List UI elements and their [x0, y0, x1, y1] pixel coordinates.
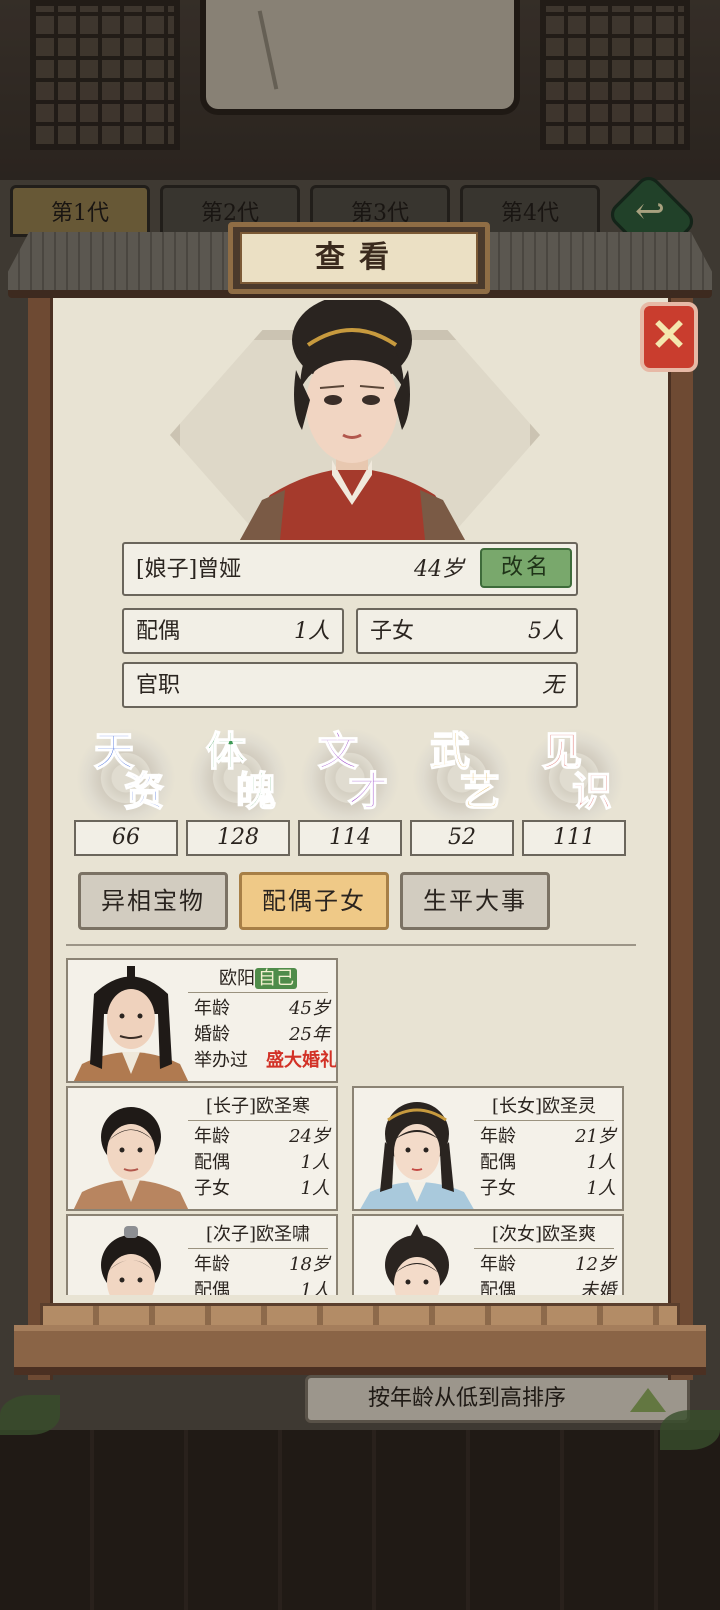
family-member-list[interactable]: 欧阳自己 年龄 45岁 婚龄 25年 举办过 盛大婚礼 [长子]欧圣寒 年龄: [60, 950, 660, 1295]
self-marriage-label: 婚龄: [194, 1024, 230, 1045]
self-tag-badge: 自己: [255, 968, 297, 989]
stat-physique-value: 128: [186, 820, 290, 856]
tab-spouse-children[interactable]: 配偶子女: [239, 872, 389, 930]
eldest-son-avatar: [73, 1107, 189, 1209]
self-marriage-row: 婚龄 25年: [190, 1022, 332, 1048]
character-age: 44岁: [414, 557, 464, 582]
row-label: 配偶: [194, 1152, 230, 1173]
eldest-daughter-name: [长女]欧圣灵: [474, 1094, 614, 1121]
stat-talent-value: 66: [74, 820, 178, 856]
self-age-row: 年龄 45岁: [190, 996, 332, 1022]
tab-treasures[interactable]: 异相宝物: [78, 872, 228, 930]
rename-button[interactable]: 改名: [480, 548, 572, 588]
self-age-value: 45岁: [289, 998, 330, 1019]
row-label: 子女: [480, 1178, 516, 1199]
character-name: [娘子]曾娅: [136, 557, 242, 582]
stat-talent-char2: 资: [123, 768, 165, 815]
self-avatar: [73, 966, 189, 1081]
row-value: 未婚: [580, 1280, 616, 1295]
frame-post-right: [668, 290, 693, 1380]
office-value: 无: [541, 673, 564, 698]
row-value: 1人: [586, 1178, 616, 1199]
character-portrait: [240, 300, 465, 540]
eldest-son-spouse-row: 配偶 1人: [190, 1150, 332, 1176]
row-value: 1人: [586, 1152, 616, 1173]
second-son-name: [次子]欧圣啸: [188, 1222, 328, 1249]
second-son-avatar: [101, 1226, 161, 1295]
dialog-title: 查看: [315, 240, 403, 275]
stat-physique-char2: 魄: [235, 768, 277, 815]
eldest-son-age-row: 年龄 24岁: [190, 1124, 332, 1150]
row-label: 年龄: [194, 1126, 230, 1147]
stat-martial-value: 52: [410, 820, 514, 856]
row-value: 12岁: [575, 1254, 616, 1275]
frame-base: [14, 1325, 706, 1375]
row-value: 21岁: [575, 1126, 616, 1147]
second-daughter-avatar: [385, 1224, 449, 1295]
self-wedding-row: 举办过 盛大婚礼: [190, 1048, 338, 1074]
second-daughter-age-row: 年龄 12岁: [476, 1252, 618, 1278]
children-row: 子女 5人: [356, 608, 578, 654]
row-value: 1人: [300, 1178, 330, 1199]
row-label: 配偶: [480, 1280, 516, 1295]
section-divider: [66, 944, 636, 946]
eldest-daughter-avatar: [360, 1102, 474, 1209]
member-card-eldest-daughter[interactable]: [长女]欧圣灵 年龄 21岁 配偶 1人 子女 1人: [352, 1086, 624, 1211]
eldest-daughter-children-row: 子女 1人: [476, 1176, 618, 1202]
member-card-second-daughter[interactable]: [次女]欧圣爽 年龄 12岁 配偶 未婚: [352, 1214, 624, 1295]
member-card-second-son[interactable]: [次子]欧圣啸 年龄 18岁 配偶 1人: [66, 1214, 338, 1295]
stat-literacy-char2: 才: [347, 768, 389, 815]
row-label: 年龄: [480, 1126, 516, 1147]
member-card-self[interactable]: 欧阳 自己 年龄 45岁 婚龄 25年 举办过 盛大婚礼: [66, 958, 338, 1083]
children-count: 5人: [528, 619, 564, 644]
eldest-son-children-row: 子女 1人: [190, 1176, 332, 1202]
second-daughter-name: [次女]欧圣爽: [474, 1222, 614, 1249]
self-marriage-value: 25年: [289, 1024, 330, 1045]
frame-post-left: [28, 290, 53, 1380]
eldest-daughter-age-row: 年龄 21岁: [476, 1124, 618, 1150]
row-value: 1人: [300, 1280, 330, 1295]
self-wedding-label: 举办过: [194, 1050, 248, 1071]
row-label: 年龄: [194, 1254, 230, 1275]
self-wedding-badge: 盛大婚礼: [266, 1050, 338, 1071]
member-card-eldest-son[interactable]: [长子]欧圣寒 年龄 24岁 配偶 1人 子女 1人: [66, 1086, 338, 1211]
stat-insight-value: 111: [522, 820, 626, 856]
second-daughter-spouse-row: 配偶 未婚: [476, 1278, 618, 1295]
stat-martial-char2: 艺: [459, 768, 501, 815]
row-label: 配偶: [194, 1280, 230, 1295]
self-surname: 欧阳: [219, 968, 255, 989]
self-name: 欧阳 自己: [188, 966, 328, 993]
row-label: 子女: [194, 1178, 230, 1199]
spouse-count: 1人: [294, 619, 330, 644]
spouse-label: 配偶: [136, 619, 181, 644]
spouse-row: 配偶 1人: [122, 608, 344, 654]
second-son-spouse-row: 配偶 1人: [190, 1278, 332, 1295]
row-value: 1人: [300, 1152, 330, 1173]
eldest-daughter-spouse-row: 配偶 1人: [476, 1150, 618, 1176]
row-value: 18岁: [289, 1254, 330, 1275]
row-label: 配偶: [480, 1152, 516, 1173]
close-icon[interactable]: ✕: [640, 302, 698, 372]
row-label: 年龄: [480, 1254, 516, 1275]
stat-literacy-value: 114: [298, 820, 402, 856]
office-label: 官职: [136, 673, 181, 698]
office-row: 官职 无: [122, 662, 578, 708]
eldest-son-name: [长子]欧圣寒: [188, 1094, 328, 1121]
tab-life-events[interactable]: 生平大事: [400, 872, 550, 930]
self-age-label: 年龄: [194, 998, 230, 1019]
children-label: 子女: [370, 619, 415, 644]
row-value: 24岁: [289, 1126, 330, 1147]
stat-insight-char2: 识: [571, 768, 613, 815]
second-son-age-row: 年龄 18岁: [190, 1252, 332, 1278]
